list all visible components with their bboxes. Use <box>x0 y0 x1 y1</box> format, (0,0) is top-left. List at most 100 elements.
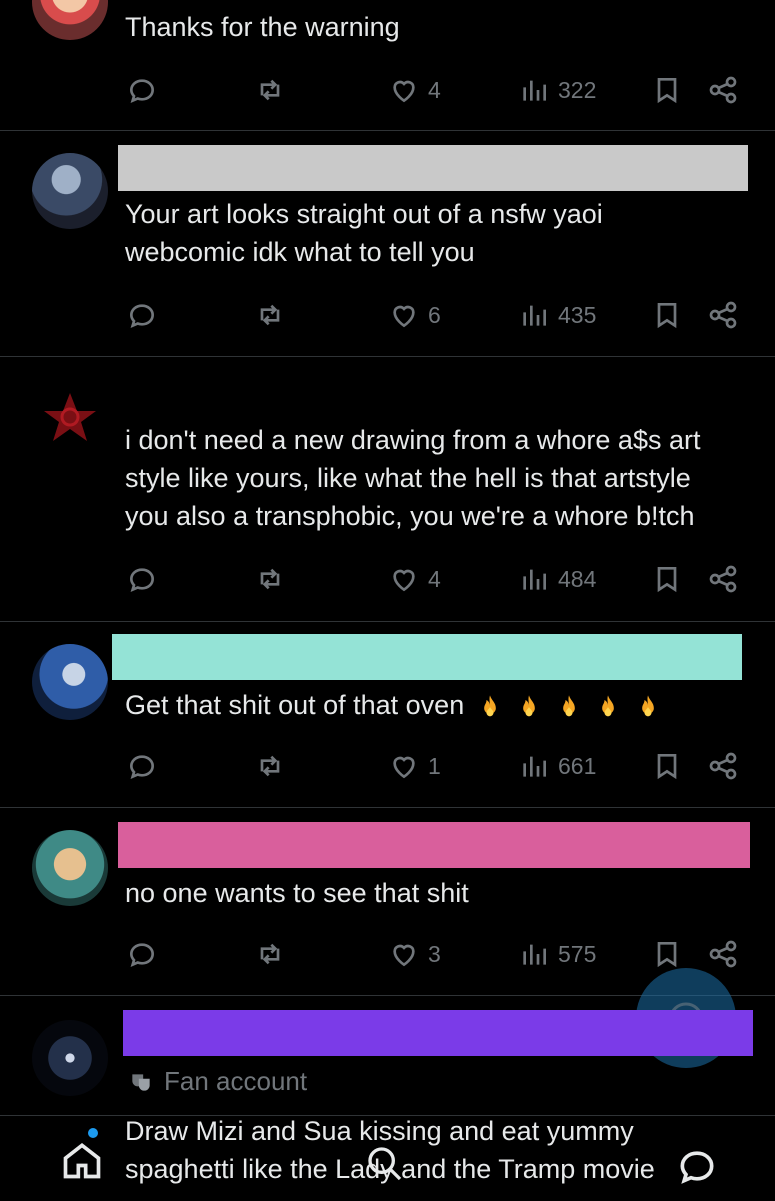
heart-icon <box>393 569 415 592</box>
views-button[interactable]: 661 <box>518 746 596 786</box>
reply-button[interactable] <box>126 70 158 110</box>
post-4[interactable]: Get that shit out of that oven 1 661 <box>0 622 775 807</box>
fan-account-badge: Fan account <box>128 1066 307 1097</box>
bookmark-icon <box>657 942 677 968</box>
bookmark-icon <box>657 303 677 329</box>
post-2[interactable]: Your art looks straight out of a nsfw ya… <box>0 131 775 356</box>
text-line: i don't need a new drawing from a whore … <box>125 425 701 455</box>
like-count: 4 <box>428 76 441 103</box>
avatar[interactable] <box>32 379 108 455</box>
text-line: you also a transphobic, you we're a whor… <box>125 501 695 531</box>
like-count: 3 <box>428 940 441 967</box>
fire-icon <box>641 695 654 717</box>
share-icon <box>709 752 737 780</box>
like-button[interactable]: 4 <box>388 559 441 599</box>
reply-button[interactable] <box>126 746 158 786</box>
text-line: style like yours, like what the hell is … <box>125 463 691 493</box>
share-button[interactable] <box>707 295 739 335</box>
bookmark-button[interactable] <box>651 295 683 335</box>
fire-icon <box>602 695 615 717</box>
post-5[interactable]: no one wants to see that shit 3 575 <box>0 808 775 995</box>
fire-icon <box>562 695 575 717</box>
views-icon <box>523 305 546 326</box>
heart-icon <box>393 80 415 103</box>
repost-button[interactable] <box>254 746 286 786</box>
bookmark-button[interactable] <box>651 746 683 786</box>
notification-dot <box>88 1128 98 1138</box>
bookmark-icon <box>657 754 677 780</box>
share-button[interactable] <box>707 70 739 110</box>
redacted-name-bar <box>118 822 750 868</box>
heart-icon <box>393 305 415 328</box>
reply-icon <box>129 79 155 104</box>
bookmark-icon <box>657 78 677 104</box>
text-line: Draw Mizi and Sua kissing and eat yummy <box>125 1116 634 1146</box>
like-count: 4 <box>428 565 441 592</box>
post-text: Thanks for the warning <box>125 8 400 46</box>
views-count: 484 <box>558 565 597 592</box>
avatar[interactable] <box>32 644 108 720</box>
views-button[interactable]: 575 <box>518 934 596 974</box>
text-line: Get that shit out of that oven <box>125 690 465 720</box>
text-line: Thanks for the warning <box>125 12 400 42</box>
repost-button[interactable] <box>254 70 286 110</box>
post-text: Your art looks straight out of a nsfw ya… <box>125 195 603 271</box>
bookmark-button[interactable] <box>651 70 683 110</box>
views-button[interactable]: 484 <box>518 559 596 599</box>
reply-icon <box>129 943 155 968</box>
like-button[interactable]: 1 <box>388 746 441 786</box>
fire-icon <box>483 695 496 717</box>
action-bar: 6 435 <box>0 295 775 335</box>
post-3[interactable]: i don't need a new drawing from a whore … <box>0 357 775 621</box>
avatar[interactable] <box>32 153 108 229</box>
like-count: 6 <box>428 301 441 328</box>
action-bar: 1 661 <box>0 746 775 786</box>
like-button[interactable]: 4 <box>388 70 441 110</box>
text-line: spaghetti like the Lady and the Tramp mo… <box>125 1154 655 1184</box>
action-bar: 4 322 <box>0 70 775 110</box>
post-text: no one wants to see that shit <box>125 874 469 912</box>
bookmark-button[interactable] <box>651 559 683 599</box>
repost-button[interactable] <box>254 295 286 335</box>
post-text: i don't need a new drawing from a whore … <box>125 421 700 535</box>
repost-button[interactable] <box>254 559 286 599</box>
views-button[interactable]: 322 <box>518 70 596 110</box>
share-button[interactable] <box>707 746 739 786</box>
like-button[interactable]: 3 <box>388 934 441 974</box>
post-text: Draw Mizi and Sua kissing and eat yummy … <box>125 1112 655 1188</box>
views-count: 575 <box>558 940 597 967</box>
repost-button[interactable] <box>254 934 286 974</box>
avatar[interactable] <box>32 830 108 906</box>
share-icon <box>709 301 737 329</box>
views-icon <box>523 80 546 101</box>
views-count: 435 <box>558 301 597 328</box>
views-icon <box>523 569 546 590</box>
like-button[interactable]: 6 <box>388 295 441 335</box>
reply-button[interactable] <box>126 934 158 974</box>
messages-tab[interactable] <box>675 1144 719 1193</box>
badge-label: Fan account <box>164 1066 308 1096</box>
repost-icon <box>260 304 280 326</box>
avatar[interactable] <box>32 1020 108 1096</box>
masks-icon <box>132 1073 150 1091</box>
share-button[interactable] <box>707 559 739 599</box>
reply-button[interactable] <box>126 295 158 335</box>
repost-icon <box>260 568 280 590</box>
views-count: 322 <box>558 76 597 103</box>
star-avatar-icon <box>44 393 96 441</box>
reply-icon <box>129 304 155 329</box>
text-line: Your art looks straight out of a nsfw ya… <box>125 199 603 229</box>
post-text: Get that shit out of that oven <box>125 686 662 724</box>
post-1[interactable]: Thanks for the warning 4 322 <box>0 0 775 130</box>
heart-icon <box>393 944 415 967</box>
views-count: 661 <box>558 752 597 779</box>
share-icon <box>709 76 737 104</box>
views-icon <box>523 944 546 965</box>
home-tab[interactable] <box>60 1128 104 1187</box>
share-icon <box>709 565 737 593</box>
reply-button[interactable] <box>126 559 158 599</box>
avatar[interactable] <box>32 0 108 40</box>
like-count: 1 <box>428 752 441 779</box>
text-line: no one wants to see that shit <box>125 878 469 908</box>
views-button[interactable]: 435 <box>518 295 596 335</box>
